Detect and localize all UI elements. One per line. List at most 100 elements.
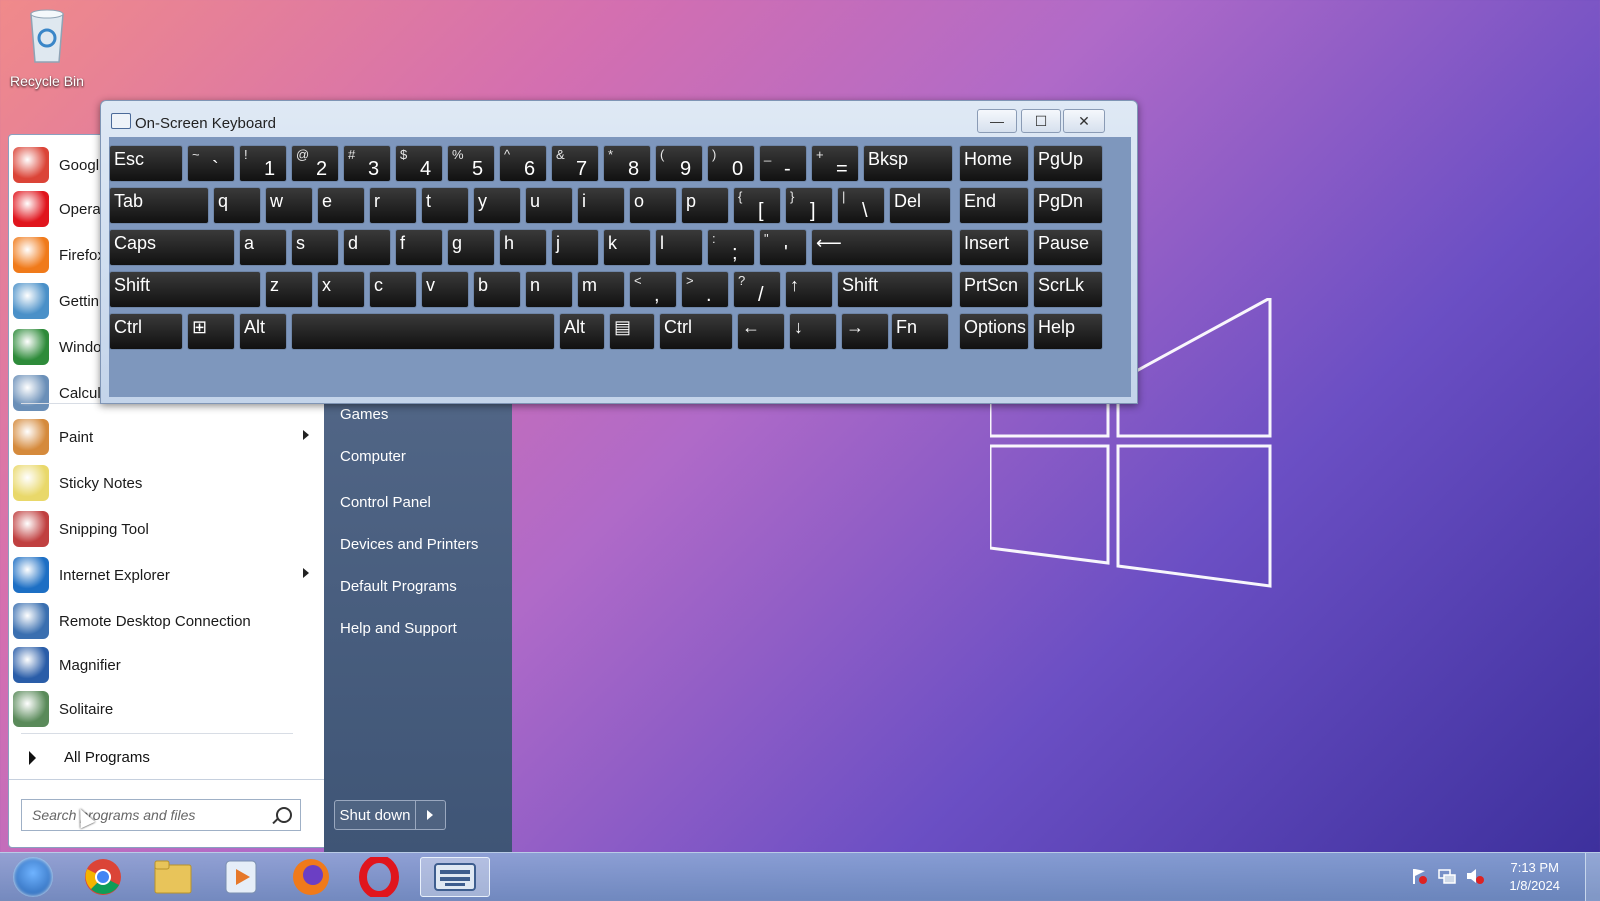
key-p[interactable]: p: [681, 187, 729, 224]
minimize-button[interactable]: —: [977, 109, 1017, 133]
taskbar-on-screen-keyboard[interactable]: [420, 857, 490, 897]
key-esc[interactable]: Esc: [109, 145, 183, 182]
key-insert[interactable]: Insert: [959, 229, 1029, 266]
key-i[interactable]: i: [577, 187, 625, 224]
key-h[interactable]: h: [499, 229, 547, 266]
key-2[interactable]: @2: [291, 145, 339, 182]
key-q[interactable]: q: [213, 187, 261, 224]
key-options[interactable]: Options: [959, 313, 1029, 350]
taskbar-explorer[interactable]: [144, 857, 202, 897]
start-link-item[interactable]: Devices and Printers: [340, 536, 478, 553]
key-1[interactable]: ! 1: [239, 145, 287, 182]
key-symbol[interactable]: ? /: [733, 271, 781, 308]
key-symbol[interactable]: ▤: [609, 313, 655, 350]
key-e[interactable]: e: [317, 187, 365, 224]
key-j[interactable]: j: [551, 229, 599, 266]
recycle-bin-shortcut[interactable]: Recycle Bin: [6, 6, 88, 89]
key-ctrl[interactable]: Ctrl: [109, 313, 183, 350]
key-y[interactable]: y: [473, 187, 521, 224]
key-bksp[interactable]: Bksp: [863, 145, 953, 182]
start-link-item[interactable]: Help and Support: [340, 620, 457, 637]
maximize-button[interactable]: ☐: [1021, 109, 1061, 133]
start-link-item[interactable]: Control Panel: [340, 494, 431, 511]
key-4[interactable]: $4: [395, 145, 443, 182]
shutdown-options-button[interactable]: [416, 800, 446, 830]
program-item[interactable]: Sticky Notes: [13, 461, 319, 505]
program-item[interactable]: Magnifier: [13, 643, 319, 687]
key-d[interactable]: d: [343, 229, 391, 266]
key-0[interactable]: ) 0: [707, 145, 755, 182]
key-end[interactable]: End: [959, 187, 1029, 224]
key-s[interactable]: s: [291, 229, 339, 266]
key-symbol[interactable]: :;: [707, 229, 755, 266]
key-8[interactable]: * 8: [603, 145, 651, 182]
start-button[interactable]: [4, 857, 62, 897]
key-c[interactable]: c: [369, 271, 417, 308]
key-pgup[interactable]: PgUp: [1033, 145, 1103, 182]
key-f[interactable]: f: [395, 229, 443, 266]
key-g[interactable]: g: [447, 229, 495, 266]
key-ctrl[interactable]: Ctrl: [659, 313, 733, 350]
key-m[interactable]: m: [577, 271, 625, 308]
key-symbol[interactable]: ↑: [785, 271, 833, 308]
key-spacebar[interactable]: [291, 313, 555, 350]
key-shift[interactable]: Shift: [109, 271, 261, 308]
key-caps[interactable]: Caps: [109, 229, 235, 266]
key-prtscn[interactable]: PrtScn: [959, 271, 1029, 308]
start-link-item[interactable]: Computer: [340, 448, 406, 465]
key-7[interactable]: & 7: [551, 145, 599, 182]
taskbar-firefox[interactable]: [282, 857, 340, 897]
key-o[interactable]: o: [629, 187, 677, 224]
key-alt[interactable]: Alt: [559, 313, 605, 350]
key-help[interactable]: Help: [1033, 313, 1103, 350]
program-item[interactable]: Solitaire: [13, 687, 319, 731]
key-pause[interactable]: Pause: [1033, 229, 1103, 266]
key-shift[interactable]: Shift: [837, 271, 953, 308]
show-desktop-button[interactable]: [1585, 853, 1600, 901]
key-symbol[interactable]: + =: [811, 145, 859, 182]
key-pgdn[interactable]: PgDn: [1033, 187, 1103, 224]
taskbar-chrome[interactable]: [74, 857, 132, 897]
key-n[interactable]: n: [525, 271, 573, 308]
key-r[interactable]: r: [369, 187, 417, 224]
key-symbol[interactable]: }]: [785, 187, 833, 224]
close-button[interactable]: ✕: [1063, 109, 1105, 133]
program-item[interactable]: Paint: [13, 415, 319, 459]
program-item[interactable]: Snipping Tool: [13, 507, 319, 551]
key-symbol[interactable]: ←: [737, 313, 785, 350]
key-z[interactable]: z: [265, 271, 313, 308]
key-5[interactable]: % 5: [447, 145, 495, 182]
program-item[interactable]: Internet Explorer: [13, 553, 319, 597]
key-l[interactable]: l: [655, 229, 703, 266]
key-home[interactable]: Home: [959, 145, 1029, 182]
taskbar-opera[interactable]: [350, 857, 408, 897]
action-center-flag-icon[interactable]: [1410, 867, 1428, 885]
search-input[interactable]: Search programs and files: [21, 799, 301, 831]
shutdown-button[interactable]: Shut down: [334, 800, 416, 830]
key-w[interactable]: w: [265, 187, 313, 224]
key-del[interactable]: Del: [889, 187, 951, 224]
start-link-item[interactable]: Games: [340, 406, 388, 423]
key-b[interactable]: b: [473, 271, 521, 308]
volume-muted-icon[interactable]: [1466, 867, 1484, 885]
key-v[interactable]: v: [421, 271, 469, 308]
key-symbol[interactable]: ⊞: [187, 313, 235, 350]
start-link-item[interactable]: Default Programs: [340, 578, 457, 595]
key-symbol[interactable]: →: [841, 313, 889, 350]
key-symbol[interactable]: >.: [681, 271, 729, 308]
key-alt[interactable]: Alt: [239, 313, 287, 350]
key-symbol[interactable]: ~ `: [187, 145, 235, 182]
key-tab[interactable]: Tab: [109, 187, 209, 224]
key-fn[interactable]: Fn: [891, 313, 949, 350]
key-symbol[interactable]: ⟵: [811, 229, 953, 266]
system-clock[interactable]: 7:13 PM 1/8/2024: [1509, 859, 1560, 895]
key-symbol[interactable]: " ': [759, 229, 807, 266]
network-icon[interactable]: [1438, 867, 1456, 885]
key-symbol[interactable]: <,: [629, 271, 677, 308]
program-item[interactable]: Remote Desktop Connection: [13, 599, 319, 643]
key-a[interactable]: a: [239, 229, 287, 266]
key-symbol[interactable]: _ -: [759, 145, 807, 182]
key-symbol[interactable]: ↓: [789, 313, 837, 350]
key-symbol[interactable]: {[: [733, 187, 781, 224]
key-x[interactable]: x: [317, 271, 365, 308]
